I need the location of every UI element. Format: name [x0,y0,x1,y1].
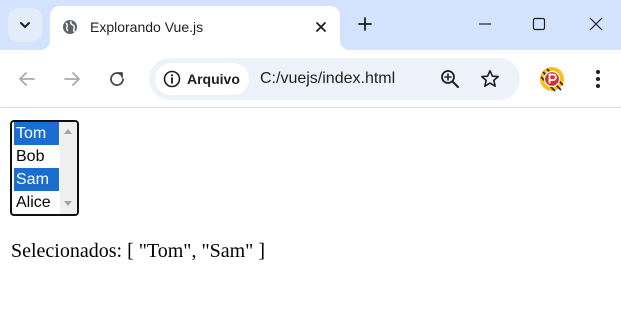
selected-output: Selecionados: [ "Tom", "Sam" ] [11,240,265,262]
globe-icon [63,20,77,34]
bookmark-button[interactable] [479,68,501,90]
star-icon [481,70,499,87]
listbox-scrollbar[interactable] [60,122,77,214]
site-info-button[interactable]: Arquivo [155,63,249,95]
address-bar[interactable]: Arquivo C:/vuejs/index.html [149,58,520,100]
back-icon [19,72,35,86]
browser-menu-button[interactable] [586,67,610,91]
zoom-icon [441,70,459,88]
forward-button[interactable] [60,67,84,91]
profile-icon[interactable] [539,66,565,92]
window-close-icon [589,17,603,31]
option-alice[interactable]: Alice [14,191,59,214]
reload-icon [110,72,124,86]
tab-strip: Explorando Vue.js [0,0,621,50]
site-info-label: Arquivo [187,71,240,87]
back-button[interactable] [15,67,39,91]
more-vert-icon [596,70,600,88]
new-tab-button[interactable] [354,13,376,35]
option-bob[interactable]: Bob [14,145,59,168]
option-sam[interactable]: Sam [14,168,59,191]
maximize-button[interactable] [528,13,550,35]
info-icon [163,70,181,88]
tab-search-button[interactable] [8,8,42,42]
plus-icon [358,17,372,31]
option-tom[interactable]: Tom [14,122,59,145]
zoom-button[interactable] [439,68,461,90]
chevron-down-icon [20,22,30,28]
tab-close-button[interactable] [312,18,330,36]
reload-button[interactable] [105,67,129,91]
close-icon [316,22,326,32]
minimize-button[interactable] [474,13,496,35]
active-tab[interactable]: Explorando Vue.js [40,6,350,50]
tab-title: Explorando Vue.js [90,19,204,35]
window-close-button[interactable] [585,13,607,35]
url-text[interactable]: C:/vuejs/index.html [260,70,395,88]
minimize-icon [479,23,491,25]
scroll-up-arrow-icon[interactable] [64,129,72,134]
names-multiselect[interactable]: Tom Bob Sam Alice [10,120,79,216]
maximize-icon [532,17,546,31]
page-content: Tom Bob Sam Alice Selecionados: [ "Tom",… [0,109,621,315]
scroll-down-arrow-icon[interactable] [64,201,72,206]
forward-icon [64,72,80,86]
browser-toolbar: Arquivo C:/vuejs/index.html [0,50,621,108]
